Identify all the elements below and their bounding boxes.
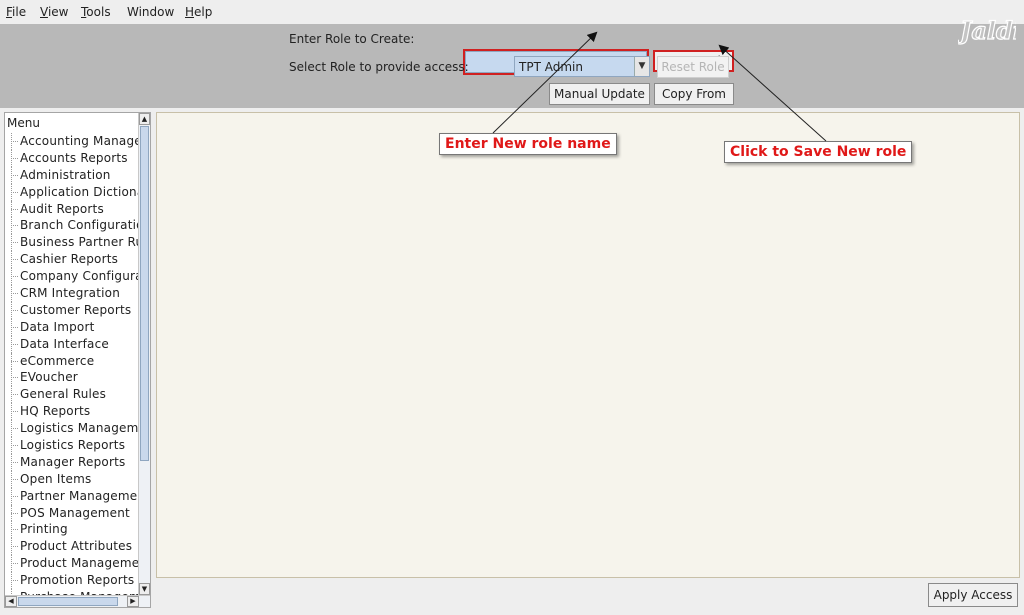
tree-item[interactable]: Cashier Reports: [5, 251, 140, 269]
menu-view[interactable]: View: [40, 5, 68, 19]
tree-item[interactable]: Audit Reports: [5, 200, 140, 218]
role-access-content-area: [156, 112, 1020, 578]
scroll-left-icon[interactable]: ◀: [5, 596, 17, 607]
menu-file-label: ile: [12, 5, 27, 19]
tree-item[interactable]: eCommerce: [5, 352, 140, 370]
menu-window-label: Window: [127, 5, 175, 19]
vertical-scrollbar[interactable]: ▲ ▼: [138, 113, 150, 595]
tree-item[interactable]: HQ Reports: [5, 403, 140, 421]
tree-item[interactable]: EVoucher: [5, 369, 140, 387]
access-role-selected: TPT Admin: [519, 60, 583, 74]
menu-tree: Accounting Manage Accounts Reports Adminis…: [5, 133, 140, 606]
tree-item[interactable]: Promotion Reports: [5, 572, 140, 589]
tree-item[interactable]: Logistics Reports: [5, 437, 140, 454]
role-form-panel: Enter Role to Create: Create Role Select…: [0, 15, 1024, 108]
role-name-label: Enter Role to Create:: [289, 32, 415, 46]
scroll-up-icon[interactable]: ▲: [139, 113, 150, 125]
tree-item[interactable]: Product Managemer: [5, 555, 140, 573]
menu-view-mnemonic: V: [40, 5, 48, 19]
tree-item[interactable]: Company Configura: [5, 268, 140, 285]
menu-bar: File View Tools Window Help: [0, 0, 1024, 24]
access-role-select[interactable]: TPT Admin ▼: [514, 56, 650, 77]
apply-access-button[interactable]: Apply Access: [928, 583, 1018, 607]
tree-item[interactable]: Application Dictiona: [5, 183, 140, 201]
menu-help-label: elp: [194, 5, 213, 19]
svg-text:Jaldi: Jaldi: [958, 16, 1016, 45]
tree-item[interactable]: Logistics Manageme: [5, 420, 140, 437]
menu-tools-label: ools: [86, 5, 111, 19]
tree-item[interactable]: Branch Configuratio: [5, 217, 140, 235]
horizontal-scroll-thumb[interactable]: [18, 597, 118, 606]
menu-file[interactable]: File: [6, 5, 26, 19]
manual-update-button[interactable]: Manual Update: [549, 83, 650, 105]
tree-item[interactable]: POS Management: [5, 504, 140, 522]
access-role-label: Select Role to provide access:: [289, 60, 469, 74]
scroll-down-icon[interactable]: ▼: [139, 583, 150, 595]
tree-item[interactable]: Partner Managemen: [5, 487, 140, 505]
menu-window[interactable]: Window: [127, 5, 174, 19]
vertical-scroll-thumb[interactable]: [140, 126, 149, 461]
tree-item[interactable]: Data Interface: [5, 335, 140, 353]
tree-item[interactable]: Data Import: [5, 318, 140, 336]
tree-item[interactable]: Accounting Manage: [5, 133, 140, 150]
tree-root-menu[interactable]: Menu: [7, 116, 40, 130]
tree-item[interactable]: General Rules: [5, 386, 140, 404]
copy-from-button[interactable]: Copy From: [654, 83, 734, 105]
scroll-right-icon[interactable]: ▶: [127, 596, 139, 607]
menu-tree-panel: Menu Accounting Manage Accounts Reports Ad…: [4, 112, 151, 608]
callout-enter-role: Enter New role name: [439, 133, 617, 155]
menu-view-label: iew: [47, 5, 69, 19]
tree-item[interactable]: Accounts Reports: [5, 149, 140, 167]
dropdown-arrow-icon[interactable]: ▼: [634, 57, 649, 76]
menu-help[interactable]: Help: [185, 5, 212, 19]
menu-tools[interactable]: Tools: [81, 5, 111, 19]
tree-item[interactable]: Product Attributes: [5, 538, 140, 556]
tree-item[interactable]: Open Items: [5, 470, 140, 488]
tree-item[interactable]: Business Partner Ru: [5, 234, 140, 252]
horizontal-scrollbar[interactable]: ◀ ▶: [5, 595, 150, 607]
tree-item[interactable]: Customer Reports: [5, 301, 140, 319]
tree-item[interactable]: Printing: [5, 521, 140, 539]
reset-role-button[interactable]: Reset Role: [657, 56, 729, 78]
tree-item[interactable]: Administration: [5, 166, 140, 184]
tree-item[interactable]: Manager Reports: [5, 453, 140, 471]
jaldi-logo: Jaldi: [958, 15, 1016, 45]
callout-save-role: Click to Save New role: [724, 141, 913, 163]
tree-item[interactable]: CRM Integration: [5, 285, 140, 302]
menu-help-mnemonic: H: [185, 5, 195, 19]
